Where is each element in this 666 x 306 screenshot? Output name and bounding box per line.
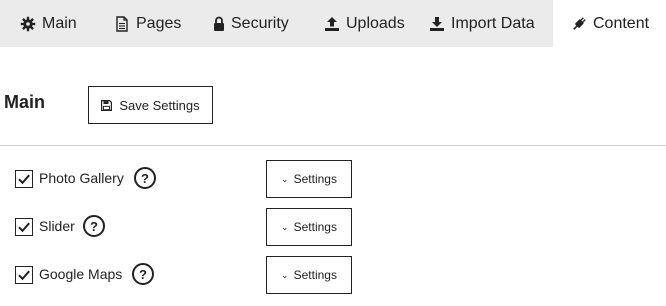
google-maps-label: Google Maps <box>39 266 123 282</box>
lock-icon <box>213 16 225 32</box>
tab-pages-label: Pages <box>136 14 182 32</box>
chevron-down-icon: ⌄ <box>281 269 289 280</box>
list-item-photo-gallery: Photo Gallery ? ⌄ Settings <box>0 160 666 198</box>
check-icon <box>18 270 30 281</box>
photo-gallery-checkbox[interactable] <box>15 170 33 188</box>
file-icon <box>114 15 130 32</box>
settings-label: Settings <box>293 268 337 282</box>
tab-main[interactable]: Main <box>20 0 77 47</box>
page-title: Main <box>4 92 46 112</box>
chevron-down-icon: ⌄ <box>281 221 289 232</box>
tab-bar: Main Pages Security Uploads Import Data … <box>0 0 666 47</box>
chevron-down-icon: ⌄ <box>281 173 289 184</box>
google-maps-checkbox[interactable] <box>15 266 33 284</box>
floppy-disk-icon <box>101 99 113 111</box>
list-item-slider: Slider ? ⌄ Settings <box>0 208 666 246</box>
tab-uploads[interactable]: Uploads <box>324 0 405 47</box>
tab-uploads-label: Uploads <box>346 14 405 32</box>
divider <box>0 145 666 146</box>
gear-icon <box>20 16 36 32</box>
question-circle-icon[interactable]: ? <box>134 167 156 189</box>
plug-icon <box>571 16 587 32</box>
slider-label: Slider <box>39 218 75 234</box>
check-icon <box>18 222 30 233</box>
download-icon <box>429 16 445 32</box>
tab-security-label: Security <box>231 14 289 32</box>
check-icon <box>18 174 30 185</box>
tab-main-label: Main <box>42 14 77 32</box>
photo-gallery-settings-button[interactable]: ⌄ Settings <box>266 160 352 198</box>
question-circle-icon[interactable]: ? <box>83 215 105 237</box>
slider-settings-button[interactable]: ⌄ Settings <box>266 208 352 246</box>
google-maps-settings-button[interactable]: ⌄ Settings <box>266 256 352 294</box>
tab-import-data[interactable]: Import Data <box>429 0 535 47</box>
settings-label: Settings <box>293 220 337 234</box>
tab-content-label: Content <box>593 14 650 32</box>
list-item-google-maps: Google Maps ? ⌄ Settings <box>0 256 666 294</box>
save-settings-button[interactable]: Save Settings <box>88 86 213 124</box>
question-circle-icon[interactable]: ? <box>132 263 154 285</box>
save-settings-label: Save Settings <box>119 97 200 113</box>
upload-icon <box>324 16 340 32</box>
tab-content[interactable]: Content <box>553 0 666 47</box>
tab-import-data-label: Import Data <box>451 14 535 32</box>
photo-gallery-label: Photo Gallery <box>39 170 124 186</box>
tab-security[interactable]: Security <box>213 0 289 47</box>
settings-label: Settings <box>293 172 337 186</box>
tab-pages[interactable]: Pages <box>114 0 181 47</box>
slider-checkbox[interactable] <box>15 218 33 236</box>
